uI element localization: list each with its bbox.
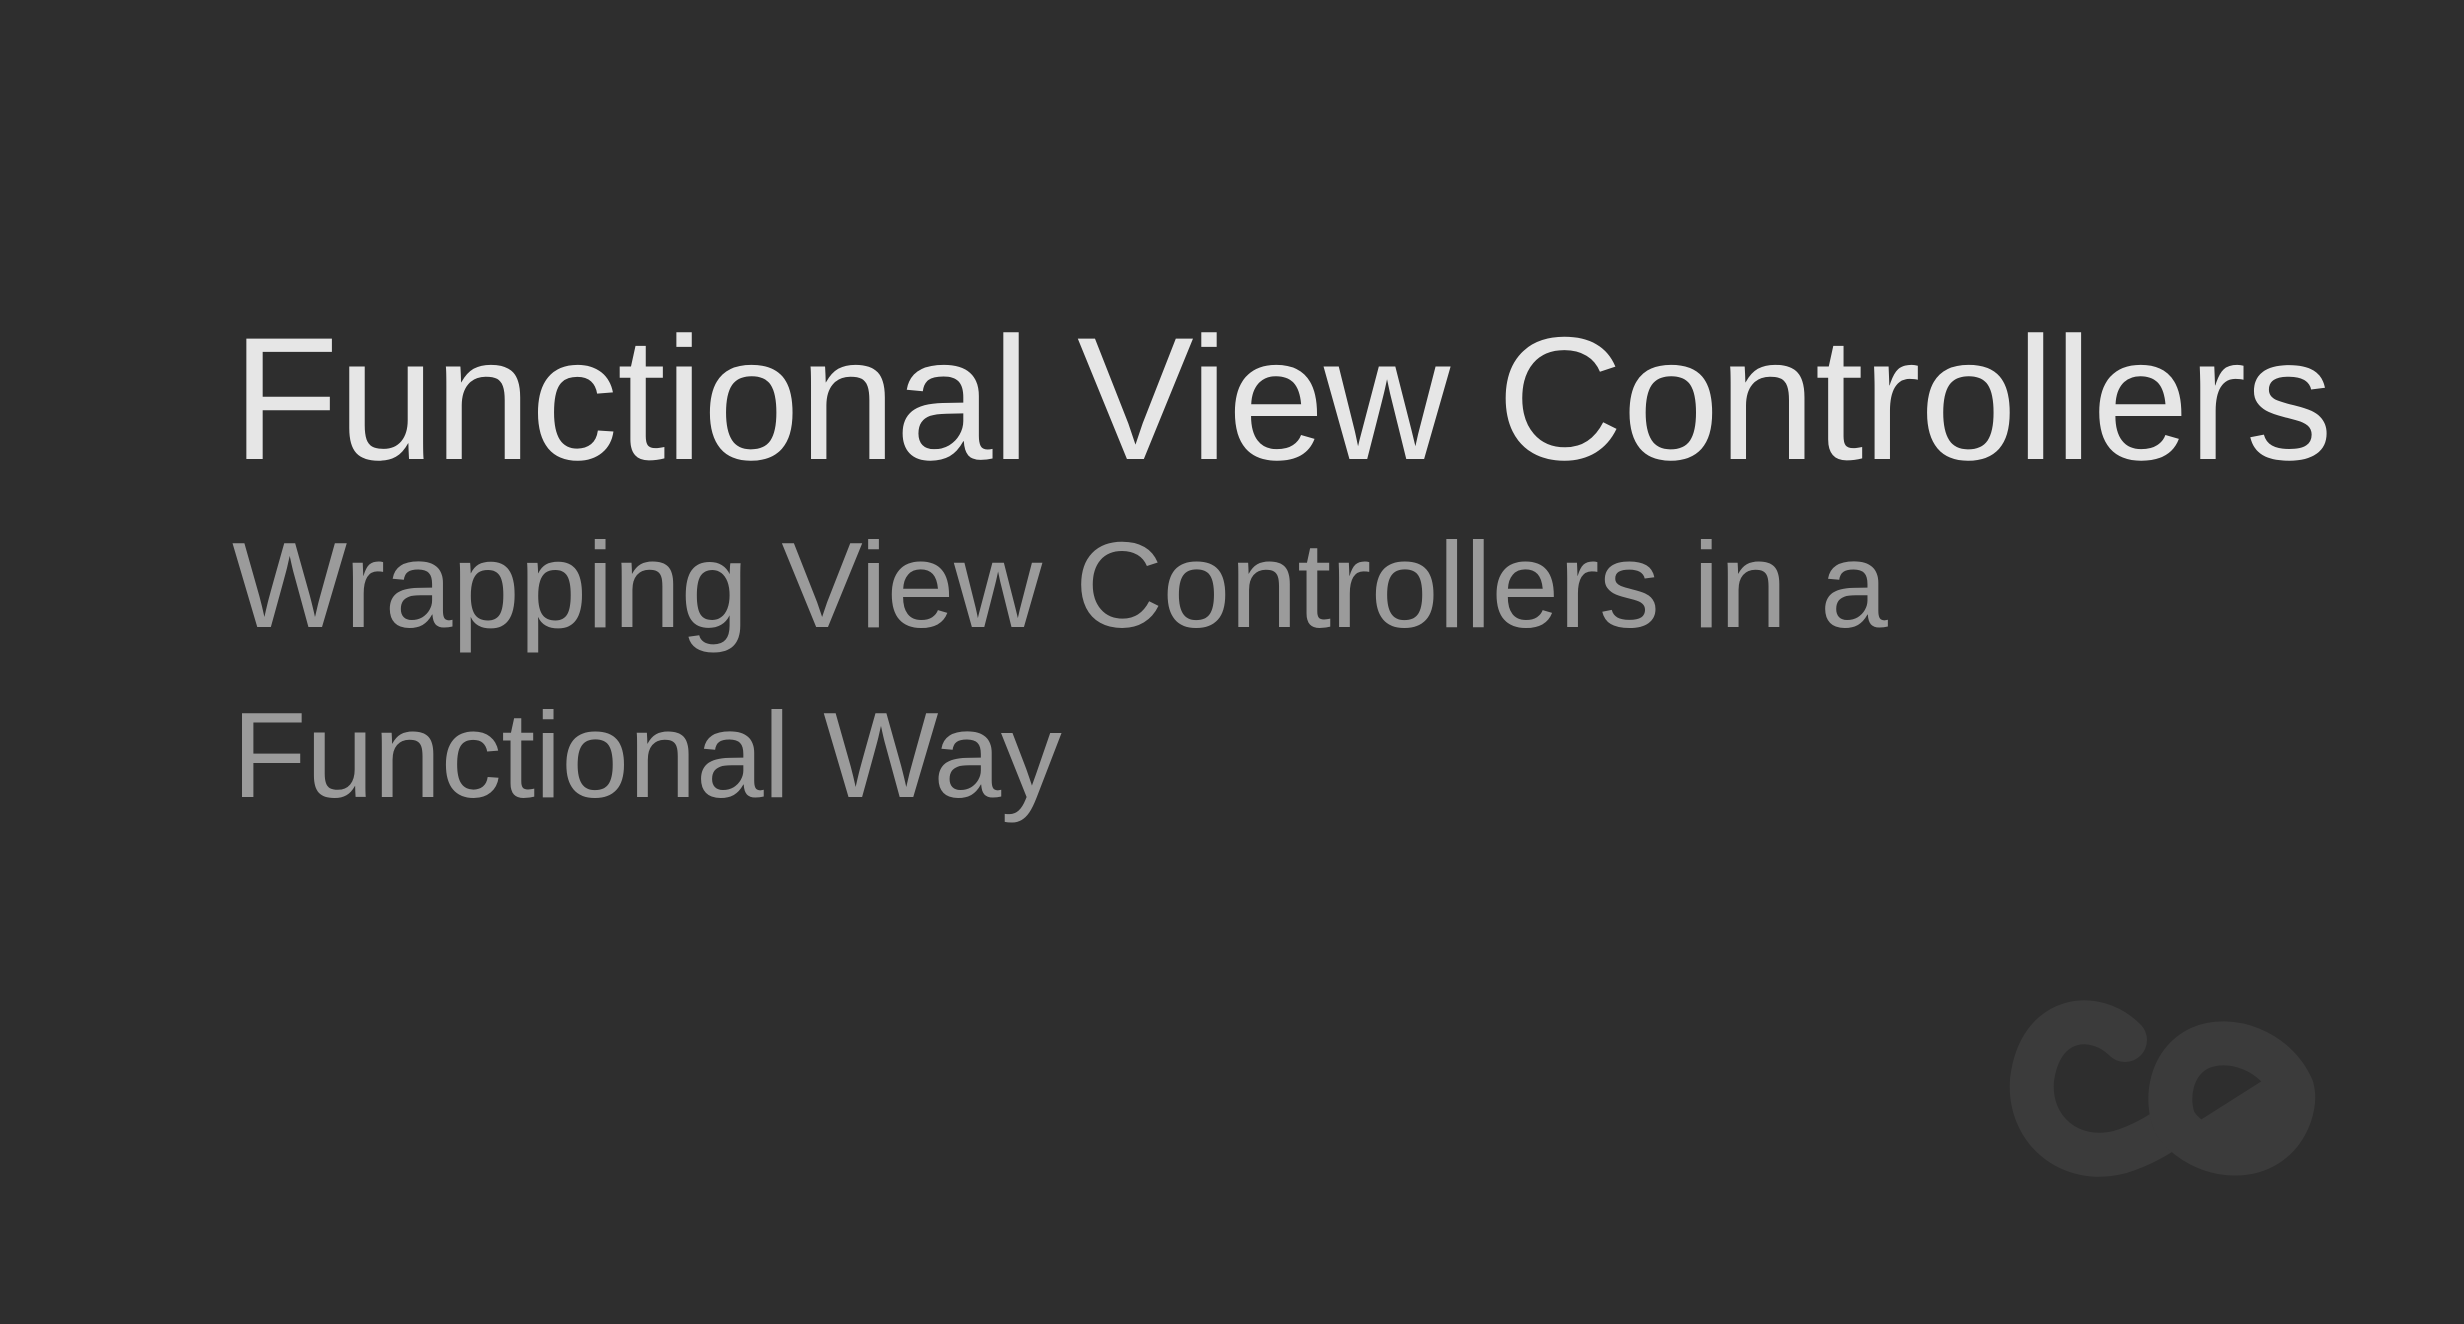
slide-subtitle: Wrapping View Controllers in a Functiona…	[232, 517, 1888, 823]
ce-logo-icon	[2009, 1000, 2316, 1177]
slide-title: Functional View Controllers	[232, 302, 2333, 497]
title-block: Functional View Controllers Wrapping Vie…	[232, 300, 2333, 840]
slide: Functional View Controllers Wrapping Vie…	[0, 0, 2464, 1324]
